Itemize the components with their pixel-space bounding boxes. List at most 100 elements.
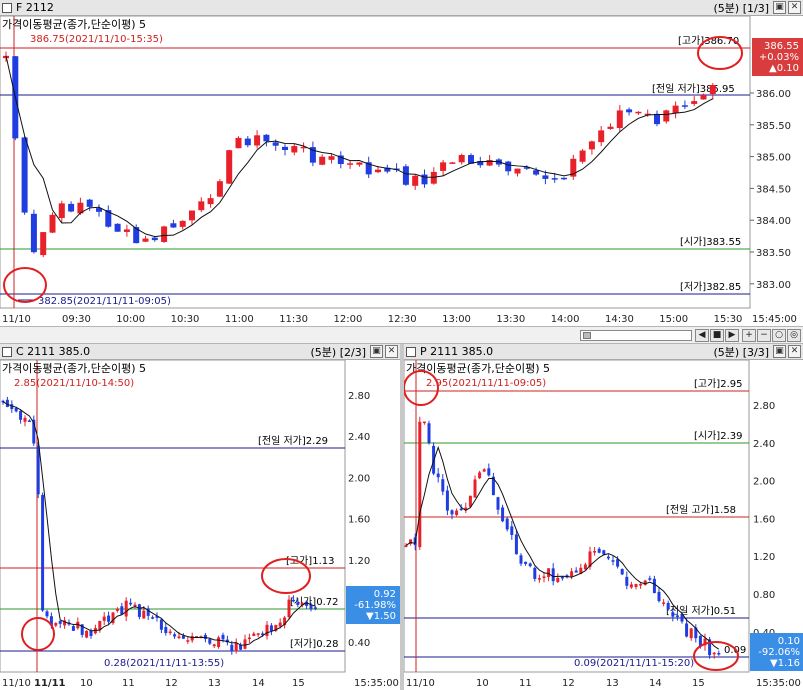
zoom-out-icon[interactable]: − <box>757 329 771 342</box>
candle-body <box>717 652 721 655</box>
y-axis-tick-label: 383.50 <box>756 248 791 259</box>
call-period-info: (5분) [2/3] <box>310 345 366 359</box>
restore-icon[interactable]: ▣ <box>773 345 786 358</box>
low-ref-label: [저가]0.28 <box>290 638 338 650</box>
candle-body <box>151 237 158 241</box>
call-candle-chart[interactable]: 2.802.402.001.601.200.800.40[전일 저가]2.29[… <box>0 360 400 690</box>
candle-body <box>21 137 28 213</box>
candle-body <box>514 168 521 174</box>
close-icon[interactable]: ✕ <box>788 345 801 358</box>
restore-icon[interactable]: ▣ <box>370 345 383 358</box>
candle-body <box>30 213 37 253</box>
candle-body <box>458 154 465 163</box>
candle-body <box>654 113 660 125</box>
candle-body <box>272 142 279 146</box>
candle-body <box>278 622 282 627</box>
candle-body <box>700 94 707 100</box>
candle-body <box>551 178 558 180</box>
open-ref-label: [시가]2.39 <box>694 430 742 442</box>
zoom-reset-icon[interactable]: ○ <box>772 329 786 342</box>
x-axis-tick-label: 12 <box>562 678 575 689</box>
x-axis-tick-label: 10 <box>476 678 489 689</box>
panel-select-checkbox[interactable] <box>406 346 416 357</box>
candle-body <box>244 138 251 146</box>
x-axis-tick-label: 13:30 <box>496 314 525 325</box>
current-price-text: 0.10 <box>778 636 800 647</box>
candle-body <box>607 126 614 129</box>
candle-body <box>287 599 291 618</box>
x-axis-tick-label: 11 <box>519 678 532 689</box>
candle-body <box>625 576 629 586</box>
candle-body <box>282 146 288 150</box>
candle-body <box>230 644 234 652</box>
candle-body <box>235 137 242 149</box>
candle-body <box>689 628 693 639</box>
x-axis-tick-label: 12:00 <box>334 314 363 325</box>
candle-body <box>427 423 431 443</box>
candle-body <box>177 636 181 638</box>
x-axis-tick-label: 15 <box>692 678 705 689</box>
scrollbar-thumb[interactable] <box>583 332 591 339</box>
y-axis-tick-label: 385.50 <box>756 121 791 132</box>
close-icon[interactable]: ✕ <box>788 1 801 14</box>
y-axis-tick-label: 2.80 <box>753 401 775 412</box>
candle-body <box>473 479 477 498</box>
candle-body <box>611 560 615 562</box>
scroll-left-icon[interactable]: ◀ <box>695 329 709 342</box>
candle-body <box>208 639 212 644</box>
y-axis-tick-label: 2.80 <box>348 391 370 402</box>
y-axis-tick-label: 2.00 <box>753 477 775 488</box>
low-marker-label: 0.09(2021/11/11-15:20) <box>574 658 694 669</box>
close-icon[interactable]: ✕ <box>385 345 398 358</box>
zoom-in-icon[interactable]: + <box>742 329 756 342</box>
candle-body <box>639 583 643 586</box>
x-axis-tick-label: 15 <box>292 678 305 689</box>
panel-select-checkbox[interactable] <box>2 346 12 357</box>
candle-body <box>313 607 317 609</box>
candle-body <box>239 644 243 650</box>
candle-body <box>263 134 270 142</box>
candle-body <box>445 490 449 511</box>
high-marker-label: 386.75(2021/11/10-15:35) <box>30 34 163 45</box>
candle-body <box>404 545 408 547</box>
candle-body <box>685 623 689 637</box>
candle-body <box>23 417 27 422</box>
call-symbol: C 2111 385.0 <box>16 345 91 358</box>
y-axis-tick-label: 384.50 <box>756 184 791 195</box>
candle-body <box>551 568 555 582</box>
candle-body <box>537 578 541 580</box>
candle-body <box>86 199 93 207</box>
candle-body <box>296 602 300 605</box>
current-price-text: -61.98% <box>354 600 396 611</box>
stop-icon[interactable]: ■ <box>710 329 724 342</box>
x-axis-tick-label: 09:30 <box>62 314 91 325</box>
candle-body <box>672 105 679 114</box>
zoom-fit-icon[interactable]: ◎ <box>787 329 801 342</box>
candle-body <box>626 109 633 113</box>
candle-body <box>430 171 437 184</box>
candle-body <box>583 564 587 570</box>
candle-body <box>203 634 207 640</box>
prev-low-ref-label: [전일 저가]0.51 <box>666 605 736 617</box>
candle-body <box>107 615 111 622</box>
candle-body <box>412 175 419 186</box>
x-axis-tick-label: 10 <box>80 678 93 689</box>
candle-body <box>574 570 578 573</box>
candle-body <box>663 110 670 122</box>
candle-body <box>68 203 75 212</box>
panel-select-checkbox[interactable] <box>2 2 12 13</box>
restore-icon[interactable]: ▣ <box>773 1 786 14</box>
scroll-right-icon[interactable]: ▶ <box>725 329 739 342</box>
candle-body <box>588 141 595 150</box>
candle-body <box>570 571 574 577</box>
candle-body <box>49 214 56 233</box>
candle-body <box>496 497 500 510</box>
candle-body <box>482 469 486 472</box>
futures-candle-chart[interactable]: 386.00 385.50 385.00 384.50 384.00 383.50 383.… <box>0 16 803 326</box>
candle-body <box>173 634 177 637</box>
candle-body <box>247 637 251 640</box>
chart-scrollbar[interactable] <box>580 330 692 341</box>
y-axis-tick-label: 2.00 <box>348 473 370 484</box>
candle-body <box>533 170 540 175</box>
put-candle-chart[interactable]: 2.802.402.001.601.200.800.40[고가]2.95[시가]… <box>404 360 803 690</box>
